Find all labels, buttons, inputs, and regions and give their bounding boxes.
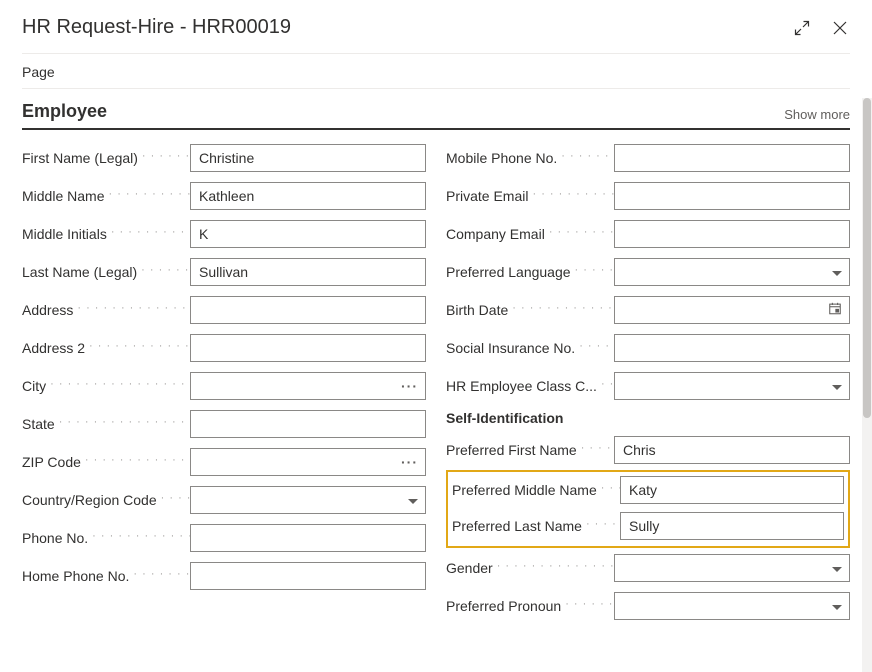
label-state: State [22, 416, 190, 432]
label-preferred-last-name: Preferred Last Name [452, 518, 620, 534]
company-email-input[interactable] [614, 220, 850, 248]
label-city: City [22, 378, 190, 394]
expand-icon[interactable] [792, 18, 812, 38]
label-home-phone-no: Home Phone No. [22, 568, 190, 584]
social-insurance-no-input[interactable] [614, 334, 850, 362]
label-hr-employee-class: HR Employee Class C... [446, 378, 614, 394]
tab-page[interactable]: Page [22, 64, 55, 80]
label-private-email: Private Email [446, 188, 614, 204]
label-last-name-legal: Last Name (Legal) [22, 264, 190, 280]
label-gender: Gender [446, 560, 614, 576]
zip-code-input[interactable] [190, 448, 426, 476]
preferred-first-name-input[interactable] [614, 436, 850, 464]
preferred-middle-name-input[interactable] [620, 476, 844, 504]
chevron-down-icon[interactable] [832, 379, 842, 393]
country-region-code-input[interactable] [190, 486, 426, 514]
chevron-down-icon[interactable] [832, 599, 842, 613]
label-zip-code: ZIP Code [22, 454, 190, 470]
label-mobile-phone-no: Mobile Phone No. [446, 150, 614, 166]
label-country-region-code: Country/Region Code [22, 492, 190, 508]
label-address: Address [22, 302, 190, 318]
mobile-phone-no-input[interactable] [614, 144, 850, 172]
label-phone-no: Phone No. [22, 530, 190, 546]
address2-input[interactable] [190, 334, 426, 362]
label-address2: Address 2 [22, 340, 190, 356]
label-first-name-legal: First Name (Legal) [22, 150, 190, 166]
city-lookup-icon[interactable]: ··· [401, 378, 418, 394]
label-social-insurance-no: Social Insurance No. [446, 340, 614, 356]
first-name-legal-input[interactable] [190, 144, 426, 172]
scrollbar-track[interactable] [862, 98, 872, 672]
page-title: HR Request-Hire - HRR00019 [22, 16, 291, 39]
middle-initials-input[interactable] [190, 220, 426, 248]
last-name-legal-input[interactable] [190, 258, 426, 286]
state-input[interactable] [190, 410, 426, 438]
label-preferred-first-name: Preferred First Name [446, 442, 614, 458]
label-preferred-middle-name: Preferred Middle Name [452, 482, 620, 498]
gender-input[interactable] [614, 554, 850, 582]
section-title-employee: Employee [22, 101, 107, 122]
calendar-icon[interactable] [828, 302, 842, 319]
close-icon[interactable] [830, 18, 850, 38]
preferred-last-name-input[interactable] [620, 512, 844, 540]
label-birth-date: Birth Date [446, 302, 614, 318]
preferred-language-input[interactable] [614, 258, 850, 286]
label-company-email: Company Email [446, 226, 614, 242]
label-middle-initials: Middle Initials [22, 226, 190, 242]
private-email-input[interactable] [614, 182, 850, 210]
sub-section-self-identification: Self-Identification [446, 410, 850, 426]
phone-no-input[interactable] [190, 524, 426, 552]
home-phone-no-input[interactable] [190, 562, 426, 590]
chevron-down-icon[interactable] [408, 493, 418, 507]
middle-name-input[interactable] [190, 182, 426, 210]
scrollbar-thumb[interactable] [863, 98, 871, 418]
highlighted-fields: Preferred Middle Name Preferred Last Nam… [446, 470, 850, 548]
label-middle-name: Middle Name [22, 188, 190, 204]
preferred-pronoun-input[interactable] [614, 592, 850, 620]
chevron-down-icon[interactable] [832, 561, 842, 575]
address-input[interactable] [190, 296, 426, 324]
zip-lookup-icon[interactable]: ··· [401, 454, 418, 470]
birth-date-input[interactable] [614, 296, 850, 324]
label-preferred-language: Preferred Language [446, 264, 614, 280]
chevron-down-icon[interactable] [832, 265, 842, 279]
city-input[interactable] [190, 372, 426, 400]
show-more-link[interactable]: Show more [784, 107, 850, 122]
hr-employee-class-input[interactable] [614, 372, 850, 400]
label-preferred-pronoun: Preferred Pronoun [446, 598, 614, 614]
